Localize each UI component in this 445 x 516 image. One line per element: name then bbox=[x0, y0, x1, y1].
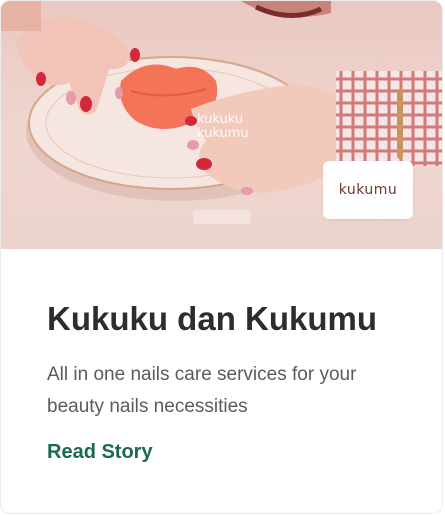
story-hero-image[interactable]: kukuku kukumu kukumu bbox=[1, 1, 442, 249]
plate-text-bottom: kukumu bbox=[197, 126, 249, 141]
brand-logo-badge: kukumu bbox=[323, 161, 413, 219]
story-card[interactable]: kukuku kukumu kukumu Kukuku dan Kukumu A… bbox=[0, 0, 443, 514]
hero-watermark bbox=[193, 210, 251, 224]
plate-text-top: kukuku bbox=[197, 112, 243, 127]
read-story-link[interactable]: Read Story bbox=[47, 441, 153, 464]
story-description: All in one nails care services for your … bbox=[47, 364, 357, 417]
story-card-body: Kukuku dan Kukumu All in one nails care … bbox=[1, 299, 442, 464]
story-title: Kukuku dan Kukumu bbox=[47, 300, 378, 337]
brand-logo: kukumu bbox=[338, 182, 398, 198]
